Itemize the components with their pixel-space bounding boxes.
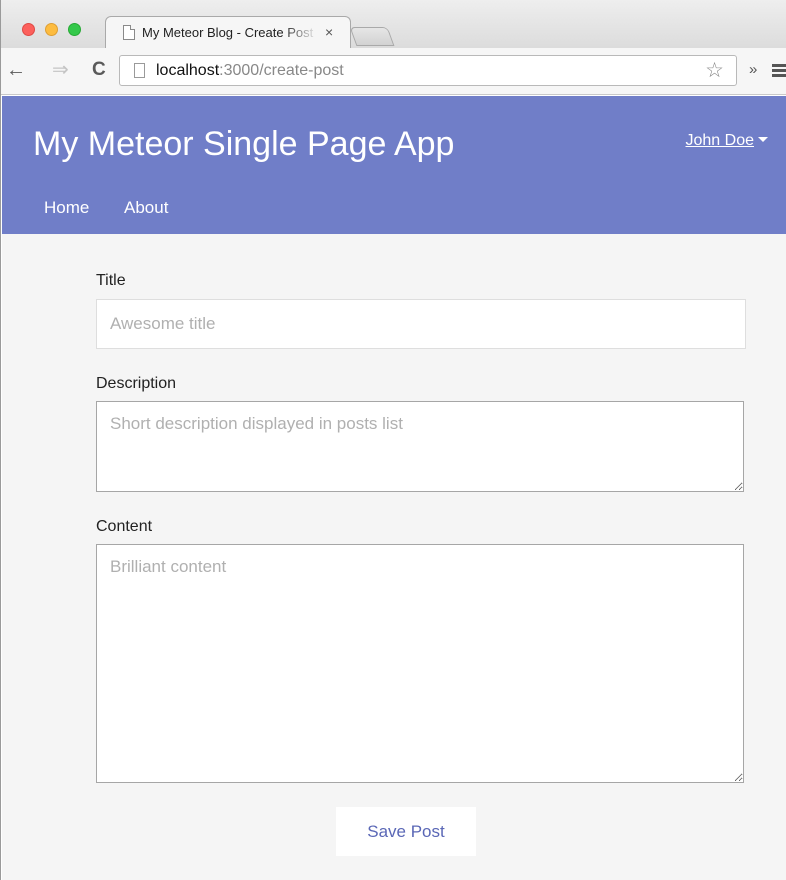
- url-text: localhost:3000/create-post: [156, 62, 344, 80]
- title-input[interactable]: [96, 299, 746, 349]
- tab-close-button[interactable]: ×: [325, 24, 333, 40]
- hamburger-menu-icon[interactable]: [772, 64, 786, 78]
- content-textarea[interactable]: [96, 544, 744, 783]
- browser-tab[interactable]: My Meteor Blog - Create Post ×: [105, 16, 351, 48]
- new-tab-button[interactable]: [349, 27, 395, 46]
- caret-down-icon: [758, 137, 768, 142]
- minimize-window-button[interactable]: [45, 23, 58, 36]
- page-icon: [134, 63, 145, 78]
- tab-title: My Meteor Blog - Create Post: [142, 25, 314, 40]
- title-label: Title: [96, 272, 126, 289]
- browser-window: My Meteor Blog - Create Post × ← ⇒ C loc…: [0, 0, 786, 880]
- user-name: John Doe: [685, 132, 755, 149]
- back-button[interactable]: ←: [6, 58, 26, 82]
- extensions-overflow-button[interactable]: »: [749, 61, 757, 78]
- url-path: :3000/create-post: [219, 62, 344, 79]
- tab-strip: My Meteor Blog - Create Post ×: [1, 0, 786, 48]
- app-header: My Meteor Single Page App John Doe Home …: [2, 96, 786, 234]
- page-icon: [123, 25, 135, 40]
- address-bar[interactable]: localhost:3000/create-post ☆: [119, 55, 737, 86]
- zoom-window-button[interactable]: [68, 23, 81, 36]
- nav-link-home[interactable]: Home: [44, 198, 89, 218]
- save-post-button[interactable]: Save Post: [336, 807, 476, 856]
- browser-toolbar: ← ⇒ C localhost:3000/create-post ☆ »: [1, 48, 786, 95]
- nav-link-about[interactable]: About: [124, 198, 168, 218]
- description-textarea[interactable]: [96, 401, 744, 492]
- close-window-button[interactable]: [22, 23, 35, 36]
- url-host: localhost: [156, 62, 220, 79]
- description-label: Description: [96, 375, 177, 392]
- star-icon[interactable]: ☆: [705, 58, 724, 83]
- app-title: My Meteor Single Page App: [33, 125, 455, 163]
- reload-button[interactable]: C: [92, 58, 106, 82]
- user-menu-toggle[interactable]: John Doe: [685, 132, 768, 150]
- create-post-form: Title Description Content Save Post: [2, 234, 786, 880]
- content-label: Content: [96, 518, 153, 535]
- forward-button[interactable]: ⇒: [52, 58, 69, 82]
